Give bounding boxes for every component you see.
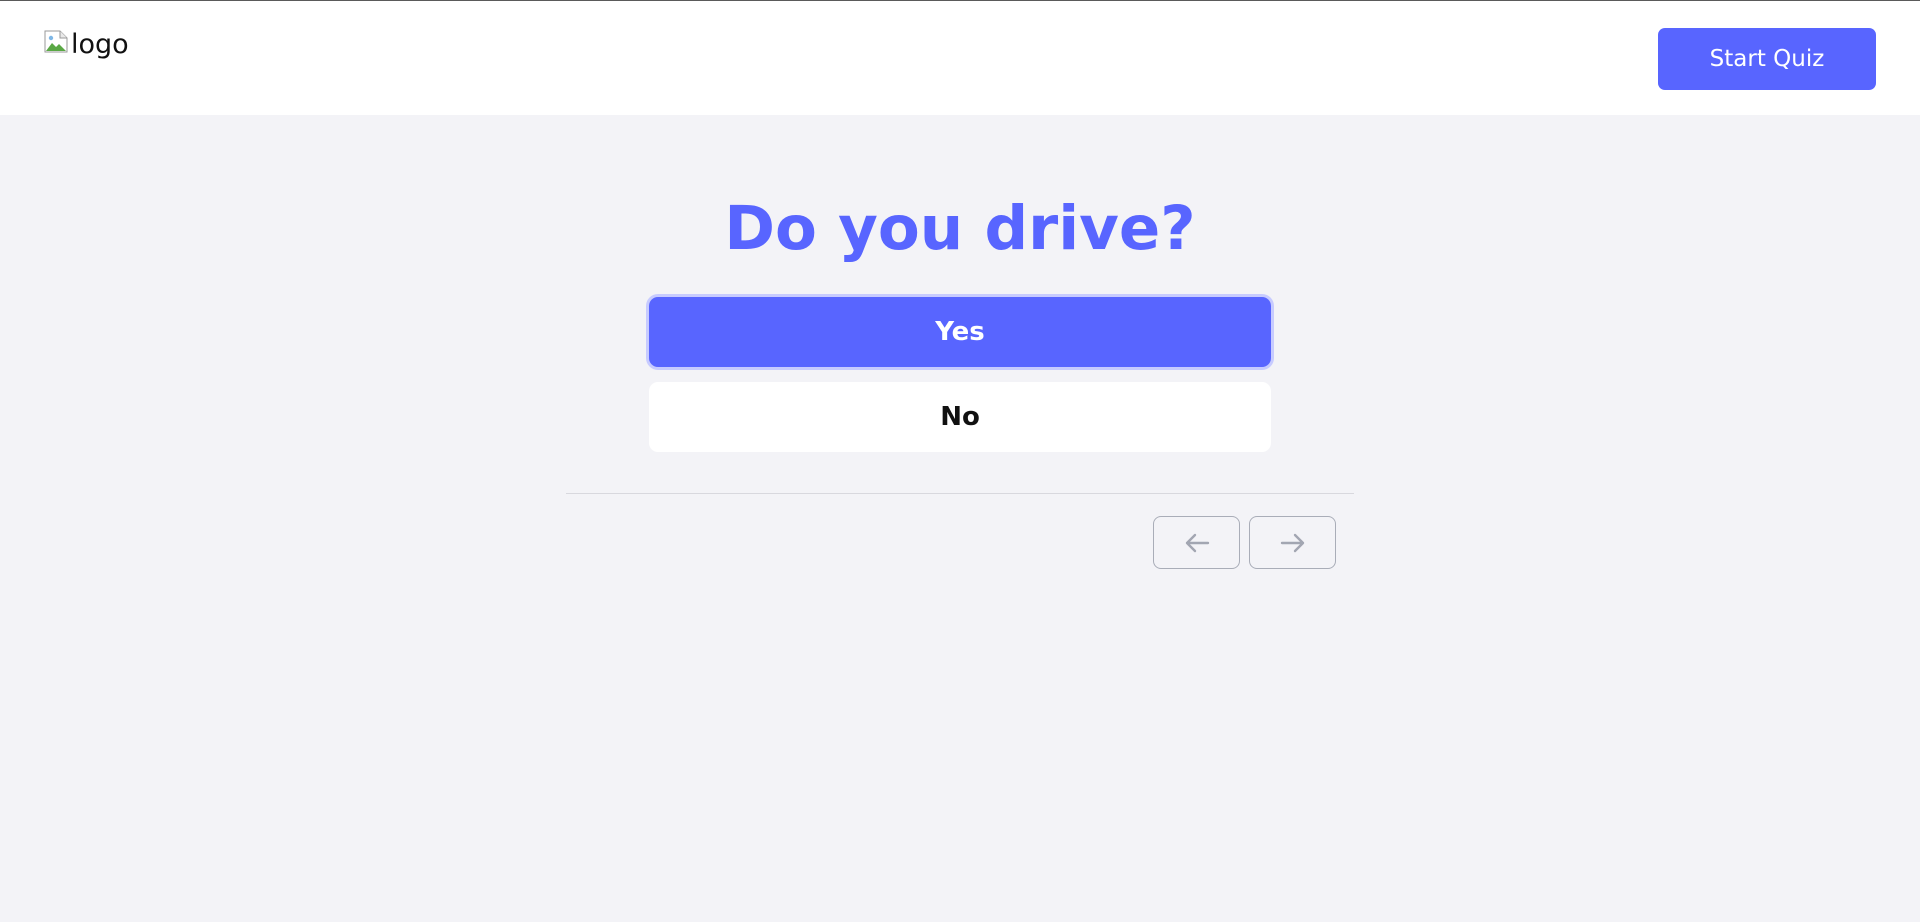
logo[interactable]: logo <box>44 28 129 64</box>
start-quiz-button[interactable]: Start Quiz <box>1658 28 1876 90</box>
option-yes-button[interactable]: Yes <box>649 297 1271 367</box>
arrow-right-icon <box>1280 533 1306 553</box>
option-no-label: No <box>940 402 980 432</box>
divider <box>566 493 1354 494</box>
arrow-left-icon <box>1184 533 1210 553</box>
previous-button[interactable] <box>1153 516 1240 569</box>
quiz-page: logo Start Quiz Do you drive? Yes No <box>0 0 1920 922</box>
logo-alt-text: logo <box>71 29 129 60</box>
option-no-button[interactable]: No <box>649 382 1271 452</box>
next-button[interactable] <box>1249 516 1336 569</box>
question-title: Do you drive? <box>724 193 1196 264</box>
option-yes-label: Yes <box>935 317 985 347</box>
broken-image-icon <box>44 30 71 53</box>
header: logo Start Quiz <box>0 1 1920 115</box>
